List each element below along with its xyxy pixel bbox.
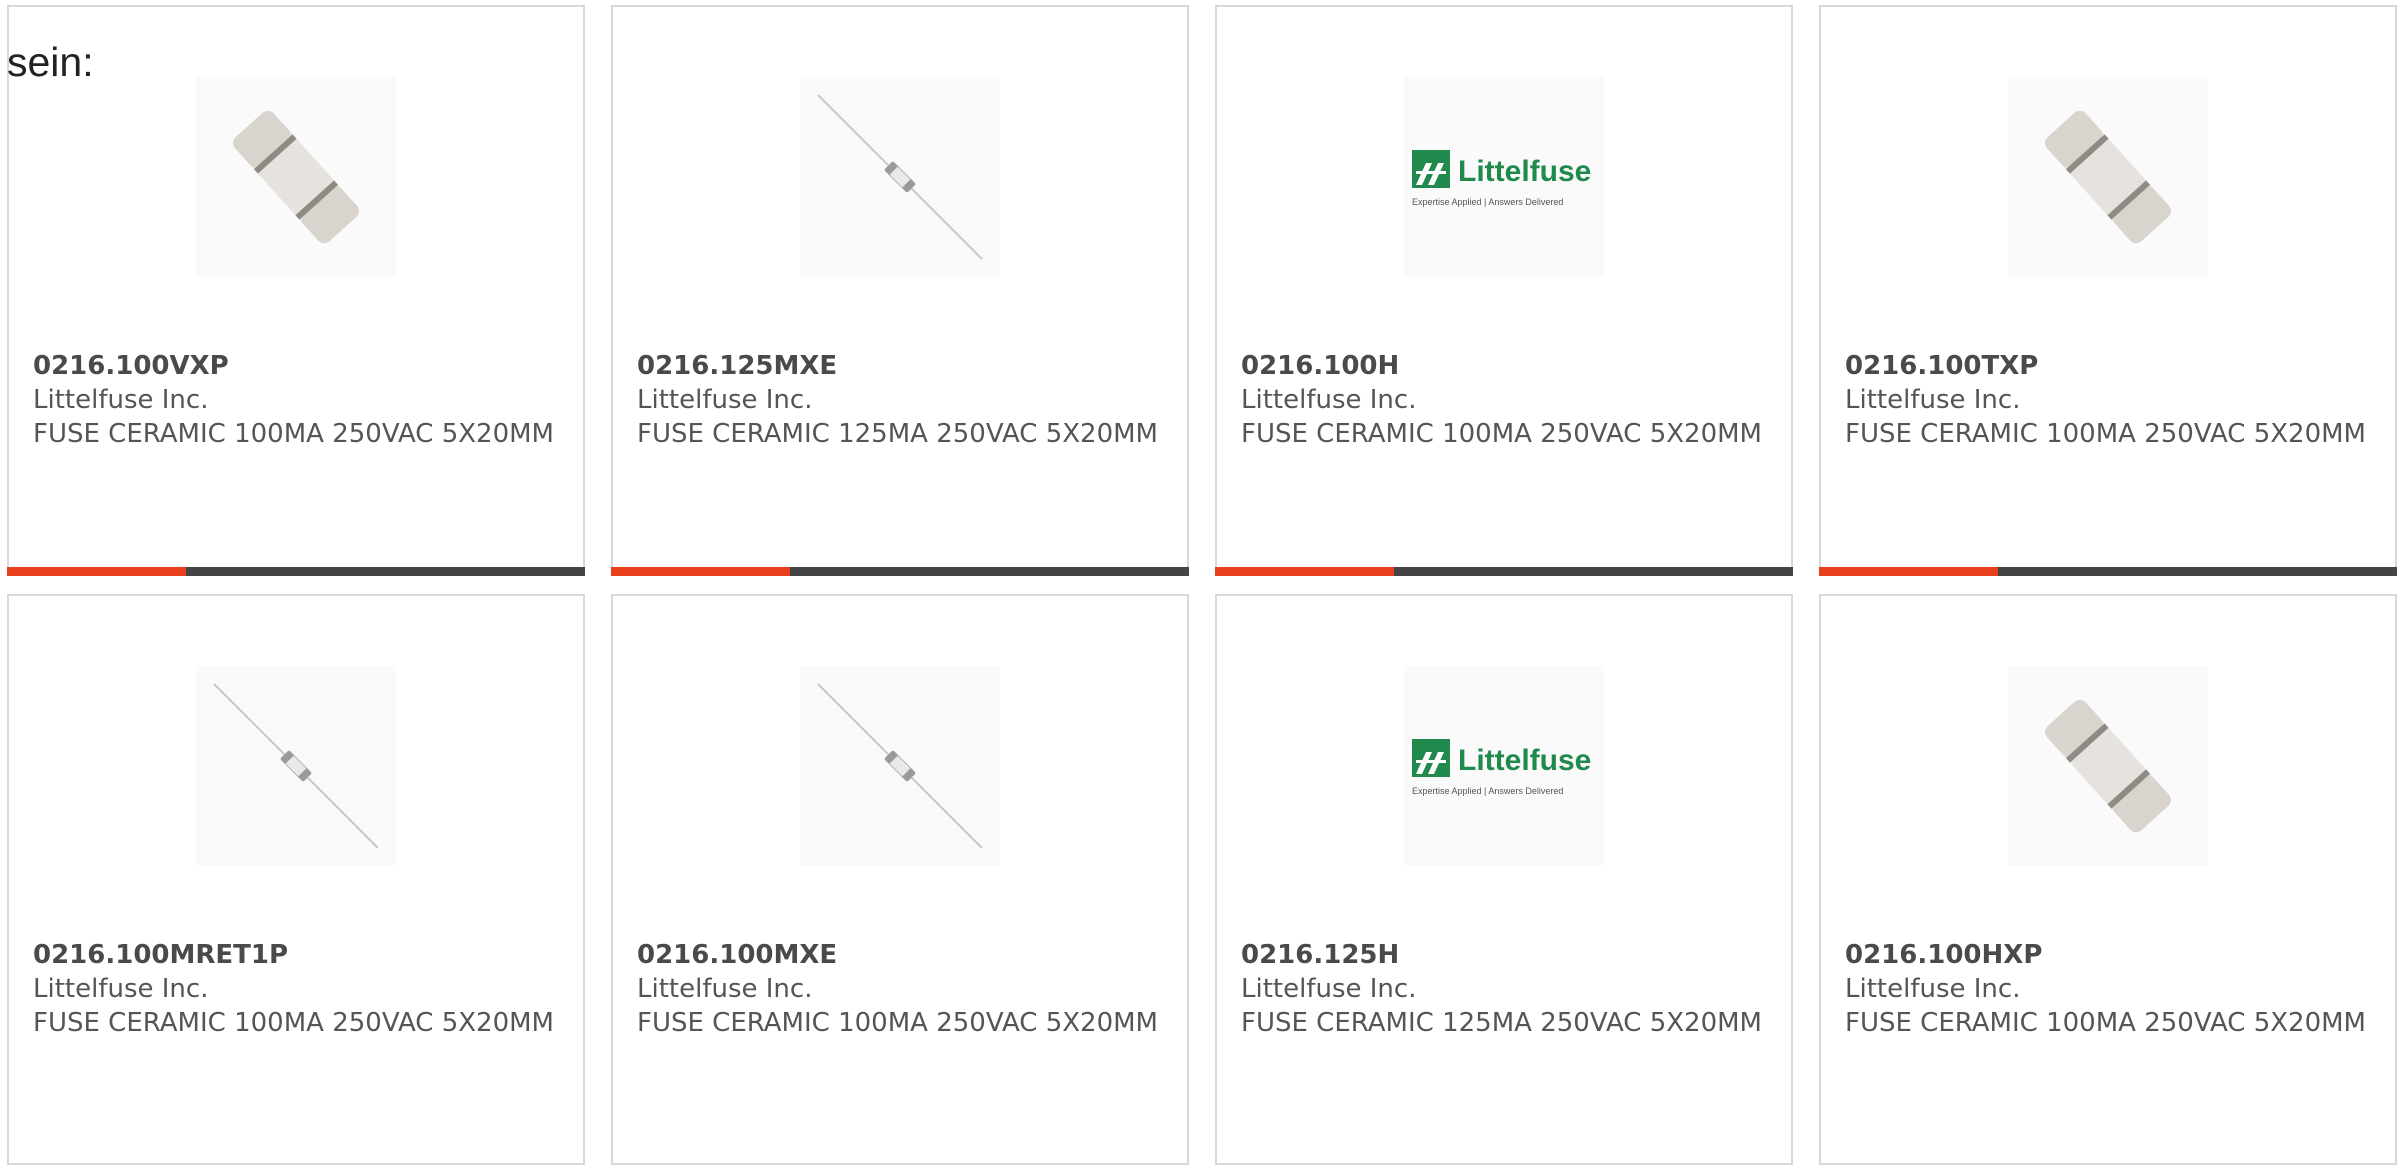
product-description: FUSE CERAMIC 100MA 250VAC 5X20MM	[1845, 419, 2366, 449]
ceramic-fuse-icon	[2045, 110, 2171, 244]
product-description: FUSE CERAMIC 100MA 250VAC 5X20MM	[33, 1008, 554, 1038]
product-card[interactable]: Littelfuse Expertise Applied | Answers D…	[1215, 5, 1793, 576]
product-description: FUSE CERAMIC 125MA 250VAC 5X20MM	[1241, 1008, 1762, 1038]
product-card[interactable]: 0216.100MXE Littelfuse Inc. FUSE CERAMIC…	[611, 594, 1189, 1165]
part-number[interactable]: 0216.100VXP	[33, 349, 563, 383]
manufacturer-name: Littelfuse Inc.	[637, 974, 813, 1004]
progress-fill	[1819, 567, 1999, 576]
progress-fill	[1215, 567, 1395, 576]
product-description: FUSE CERAMIC 100MA 250VAC 5X20MM	[1241, 419, 1762, 449]
lead-text: sein:	[7, 39, 94, 85]
product-image	[800, 77, 1000, 277]
product-image	[2008, 77, 2208, 277]
part-number[interactable]: 0216.125H	[1241, 938, 1771, 972]
part-number[interactable]: 0216.100MRET1P	[33, 938, 563, 972]
product-description: FUSE CERAMIC 100MA 250VAC 5X20MM	[33, 419, 554, 449]
part-number[interactable]: 0216.100HXP	[1845, 938, 2375, 972]
progress-bar	[1819, 567, 2397, 576]
product-card[interactable]: Littelfuse Expertise Applied | Answers D…	[1215, 594, 1793, 1165]
progress-bar	[7, 567, 585, 576]
product-image	[2008, 666, 2208, 866]
manufacturer-name: Littelfuse Inc.	[1845, 974, 2021, 1004]
manufacturer-name: Littelfuse Inc.	[1845, 385, 2021, 415]
manufacturer-name: Littelfuse Inc.	[637, 385, 813, 415]
part-number[interactable]: 0216.100TXP	[1845, 349, 2375, 383]
product-description: FUSE CERAMIC 125MA 250VAC 5X20MM	[637, 419, 1158, 449]
manufacturer-name: Littelfuse Inc.	[1241, 974, 1417, 1004]
product-image	[196, 77, 396, 277]
part-number[interactable]: 0216.100MXE	[637, 938, 1167, 972]
axial-fuse-icon	[817, 683, 983, 849]
logo-brand: Littelfuse	[1458, 744, 1591, 777]
littelfuse-logo: Littelfuse Expertise Applied | Answers D…	[1412, 739, 1591, 796]
product-card[interactable]: 0216.100MRET1P Littelfuse Inc. FUSE CERA…	[7, 594, 585, 1165]
logo-tagline: Expertise Applied | Answers Delivered	[1412, 786, 1563, 796]
product-description: FUSE CERAMIC 100MA 250VAC 5X20MM	[1845, 1008, 2366, 1038]
logo-tagline: Expertise Applied | Answers Delivered	[1412, 197, 1563, 207]
progress-bar	[1215, 567, 1793, 576]
product-card[interactable]: 0216.100TXP Littelfuse Inc. FUSE CERAMIC…	[1819, 5, 2397, 576]
progress-fill	[7, 567, 187, 576]
product-image: Littelfuse Expertise Applied | Answers D…	[1404, 77, 1604, 277]
product-description: FUSE CERAMIC 100MA 250VAC 5X20MM	[637, 1008, 1158, 1038]
ceramic-fuse-icon	[233, 110, 359, 244]
logo-brand: Littelfuse	[1458, 155, 1591, 188]
axial-fuse-icon	[817, 94, 983, 260]
manufacturer-name: Littelfuse Inc.	[33, 385, 209, 415]
product-image	[800, 666, 1000, 866]
product-card[interactable]: 0216.125MXE Littelfuse Inc. FUSE CERAMIC…	[611, 5, 1189, 576]
product-card[interactable]: 0216.100HXP Littelfuse Inc. FUSE CERAMIC…	[1819, 594, 2397, 1165]
product-image: Littelfuse Expertise Applied | Answers D…	[1404, 666, 1604, 866]
manufacturer-name: Littelfuse Inc.	[33, 974, 209, 1004]
product-card[interactable]: 0216.100VXP Littelfuse Inc. FUSE CERAMIC…	[7, 5, 585, 576]
axial-fuse-icon	[213, 683, 379, 849]
product-image	[196, 666, 396, 866]
manufacturer-name: Littelfuse Inc.	[1241, 385, 1417, 415]
part-number[interactable]: 0216.125MXE	[637, 349, 1167, 383]
part-number[interactable]: 0216.100H	[1241, 349, 1771, 383]
ceramic-fuse-icon	[2045, 699, 2171, 833]
progress-bar	[611, 567, 1189, 576]
progress-fill	[611, 567, 791, 576]
littelfuse-logo: Littelfuse Expertise Applied | Answers D…	[1412, 150, 1591, 207]
